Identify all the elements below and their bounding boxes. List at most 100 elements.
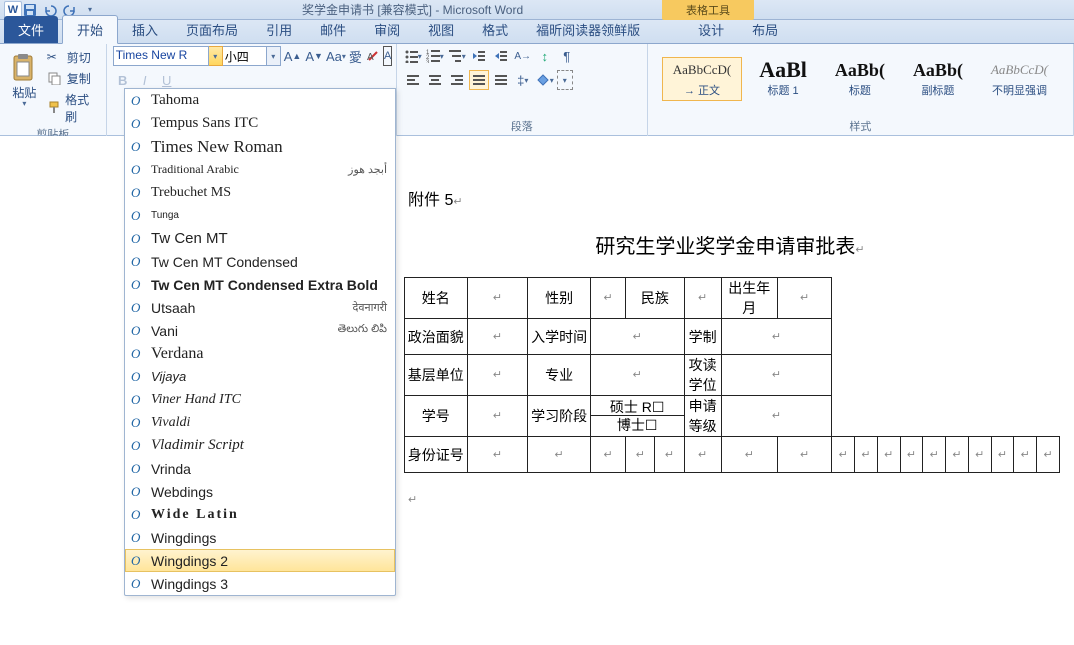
bold-button[interactable]: B (113, 70, 133, 90)
cell-idcard-label[interactable]: 身份证号 (405, 437, 468, 473)
font-size-input[interactable]: 小四 (223, 46, 267, 66)
cell-level-label[interactable]: 申请等级 (684, 396, 721, 437)
phonetic-button[interactable]: 愛 (348, 46, 363, 66)
tab-file[interactable]: 文件 (4, 16, 58, 43)
font-list-item[interactable]: OTempus Sans ITC (125, 112, 395, 135)
style-item[interactable]: AaBbCcD(→ 正文 (662, 57, 743, 101)
cell-schoolsys-value[interactable]: ↵ (721, 319, 832, 355)
tab-insert[interactable]: 插入 (118, 16, 172, 43)
font-list-item[interactable]: OWingdings 3 (125, 572, 395, 595)
cell-gender-label[interactable]: 性别 (528, 278, 591, 319)
font-list-item[interactable]: OVrinda (125, 457, 395, 480)
decrease-indent-button[interactable] (469, 46, 489, 66)
tab-foxit[interactable]: 福昕阅读器领鲜版 (522, 16, 654, 43)
paste-dd-icon[interactable]: ▾ (22, 99, 26, 108)
ltr-button[interactable]: A→ (513, 46, 533, 66)
cell-phase-value[interactable]: 硕士 R☐ 博士☐ (590, 396, 684, 437)
font-name-dropdown[interactable]: OTahomaOTempus Sans ITCOTimes New RomanO… (124, 88, 396, 596)
format-painter-button[interactable]: 格式刷 (45, 90, 100, 126)
font-list-item[interactable]: OVladimir Script (125, 434, 395, 457)
cell-ethnic-label[interactable]: 民族 (626, 278, 684, 319)
cell-unit-label[interactable]: 基层单位 (405, 355, 468, 396)
font-list-item[interactable]: OTw Cen MT (125, 227, 395, 250)
underline-button[interactable]: U (157, 70, 177, 90)
cell-phase-label[interactable]: 学习阶段 (528, 396, 591, 437)
justify-button[interactable] (469, 70, 489, 90)
tab-review[interactable]: 审阅 (360, 16, 414, 43)
table-row-1[interactable]: 姓名 ↵ 性别 ↵ 民族 ↵ 出生年月 ↵ (405, 278, 1060, 319)
cut-button[interactable]: ✂ 剪切 (45, 48, 100, 67)
cell-degree-value[interactable]: ↵ (721, 355, 832, 396)
line-spacing-button[interactable]: ‡▾ (513, 70, 533, 90)
italic-button[interactable]: I (135, 70, 155, 90)
font-list-item[interactable]: OUtsaahदेवनागरी (125, 296, 395, 319)
font-list-item[interactable]: OWebdings (125, 480, 395, 503)
font-name-dropdown-button[interactable]: ▾ (209, 46, 223, 66)
tab-home[interactable]: 开始 (62, 15, 118, 44)
cell-political-value[interactable]: ↵ (467, 319, 528, 355)
table-row-2[interactable]: 政治面貌 ↵ 入学时间 ↵ 学制 ↵ (405, 319, 1060, 355)
font-name-input[interactable]: Times New R (113, 46, 209, 66)
paste-button[interactable]: 粘贴 ▾ (6, 46, 43, 126)
cell-level-value[interactable]: ↵ (721, 396, 832, 437)
shading-button[interactable]: ▾ (535, 70, 555, 90)
cell-ethnic-value[interactable]: ↵ (684, 278, 721, 319)
cell-political-label[interactable]: 政治面貌 (405, 319, 468, 355)
style-item[interactable]: AaBb(副标题 (902, 57, 974, 101)
font-list-item[interactable]: OTraditional Arabicأبجد هوز (125, 158, 395, 181)
tab-mailings[interactable]: 邮件 (306, 16, 360, 43)
cell-phd-opt[interactable]: 博士☐ (591, 416, 684, 434)
font-list-item[interactable]: OWingdings 2 (125, 549, 395, 572)
style-item[interactable]: AaBl标题 1 (748, 57, 818, 101)
align-right-button[interactable] (447, 70, 467, 90)
font-list-item[interactable]: OVijaya (125, 365, 395, 388)
cell-master-opt[interactable]: 硕士 R☐ (591, 398, 684, 416)
font-list-item[interactable]: OVerdana (125, 342, 395, 365)
font-list-item[interactable]: OTahoma (125, 89, 395, 112)
font-list-item[interactable]: OViner Hand ITC (125, 388, 395, 411)
shrink-font-button[interactable]: A▼ (304, 46, 324, 66)
align-left-button[interactable] (403, 70, 423, 90)
style-item[interactable]: AaBb(标题 (824, 57, 896, 101)
character-border-button[interactable]: A (383, 46, 392, 66)
cell-birth-label[interactable]: 出生年月 (721, 278, 777, 319)
borders-button[interactable]: ▾ (557, 70, 573, 90)
cell-id-label[interactable]: 学号 (405, 396, 468, 437)
cell-enroll-value[interactable]: ↵ (590, 319, 684, 355)
font-list-item[interactable]: OTunga (125, 204, 395, 227)
tab-format[interactable]: 格式 (468, 16, 522, 43)
cell-birth-value[interactable]: ↵ (777, 278, 831, 319)
form-table[interactable]: 姓名 ↵ 性别 ↵ 民族 ↵ 出生年月 ↵ 政治面貌 ↵ 入学时间 ↵ 学制 ↵… (404, 277, 1060, 473)
distributed-button[interactable] (491, 70, 511, 90)
cell-name-label[interactable]: 姓名 (405, 278, 468, 319)
tab-view[interactable]: 视图 (414, 16, 468, 43)
paper[interactable]: 附件 5↵ 研究生学业奖学金申请审批表↵ 姓名 ↵ 性别 ↵ 民族 ↵ 出生年月… (400, 136, 1060, 506)
show-marks-button[interactable]: ¶ (557, 46, 577, 66)
cell-major-label[interactable]: 专业 (528, 355, 591, 396)
align-center-button[interactable] (425, 70, 445, 90)
font-list-item[interactable]: OTw Cen MT Condensed (125, 250, 395, 273)
multilevel-button[interactable]: ▾ (447, 46, 467, 66)
cell-name-value[interactable]: ↵ (467, 278, 528, 319)
clear-formatting-button[interactable]: A (365, 46, 381, 66)
font-size-dropdown-button[interactable]: ▾ (267, 46, 281, 66)
increase-indent-button[interactable] (491, 46, 511, 66)
table-row-5[interactable]: 身份证号 ↵↵↵↵↵↵↵↵↵↵↵↵↵↵↵↵↵↵ (405, 437, 1060, 473)
cell-id-value[interactable]: ↵ (467, 396, 528, 437)
change-case-button[interactable]: Aa▾ (326, 46, 346, 66)
cell-degree-label[interactable]: 攻读学位 (684, 355, 721, 396)
tab-page-layout[interactable]: 页面布局 (172, 16, 252, 43)
font-list-item[interactable]: OVivaldi (125, 411, 395, 434)
table-row-3[interactable]: 基层单位 ↵ 专业 ↵ 攻读学位 ↵ (405, 355, 1060, 396)
style-item[interactable]: AaBbCcD(不明显强调 (980, 57, 1059, 101)
table-row-4[interactable]: 学号 ↵ 学习阶段 硕士 R☐ 博士☐ 申请等级 ↵ (405, 396, 1060, 437)
grow-font-button[interactable]: A▲ (283, 46, 303, 66)
numbering-button[interactable]: 123▾ (425, 46, 445, 66)
tab-references[interactable]: 引用 (252, 16, 306, 43)
font-list-item[interactable]: OTrebuchet MS (125, 181, 395, 204)
copy-button[interactable]: 复制 (45, 69, 100, 88)
cell-gender-value[interactable]: ↵ (590, 278, 625, 319)
cell-enroll-label[interactable]: 入学时间 (528, 319, 591, 355)
font-list-item[interactable]: OVaniతెలుగు లిపి (125, 319, 395, 342)
bullets-button[interactable]: ▾ (403, 46, 423, 66)
